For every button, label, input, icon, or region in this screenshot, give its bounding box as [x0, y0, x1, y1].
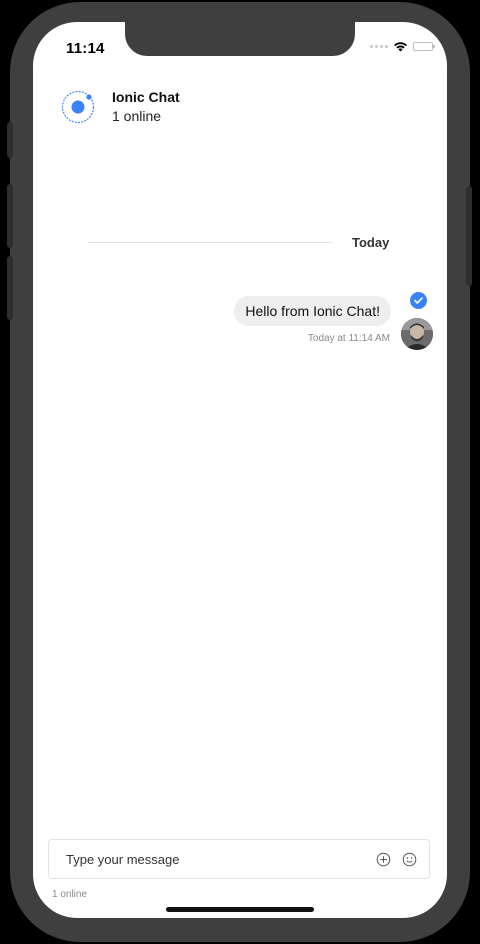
user-avatar[interactable] — [401, 318, 433, 350]
date-divider-label: Today — [352, 235, 390, 250]
message-bubble[interactable]: Hello from Ionic Chat! — [234, 296, 391, 326]
message-item: Hello from Ionic Chat! Today at 11:14 AM — [173, 292, 433, 352]
home-indicator[interactable] — [166, 907, 314, 912]
notch — [125, 22, 355, 56]
smiley-icon[interactable] — [401, 851, 417, 867]
battery-icon — [413, 42, 435, 51]
signal-icon — [370, 45, 388, 48]
check-circle-icon — [410, 292, 427, 309]
side-button-volume-up — [7, 184, 13, 248]
chat-header: Ionic Chat 1 online — [61, 88, 180, 126]
chat-title: Ionic Chat — [112, 89, 180, 105]
side-button-mute — [7, 122, 13, 158]
message-composer — [48, 839, 430, 879]
divider-line — [88, 242, 332, 243]
message-input[interactable] — [64, 850, 375, 868]
footer-online-status: 1 online — [52, 889, 88, 900]
status-time: 11:14 — [66, 40, 105, 57]
plus-circle-icon[interactable] — [375, 851, 391, 867]
side-button-power — [466, 186, 472, 286]
side-button-volume-down — [7, 256, 13, 320]
message-timestamp: Today at 11:14 AM — [307, 333, 390, 344]
online-count: 1 online — [112, 108, 162, 124]
ionic-logo-icon — [61, 90, 95, 124]
wifi-icon — [394, 42, 407, 52]
date-divider: Today — [88, 235, 418, 250]
status-icons — [370, 41, 435, 52]
app-screen: 11:14 Ionic Chat 1 online Today Hello fr… — [33, 22, 447, 918]
